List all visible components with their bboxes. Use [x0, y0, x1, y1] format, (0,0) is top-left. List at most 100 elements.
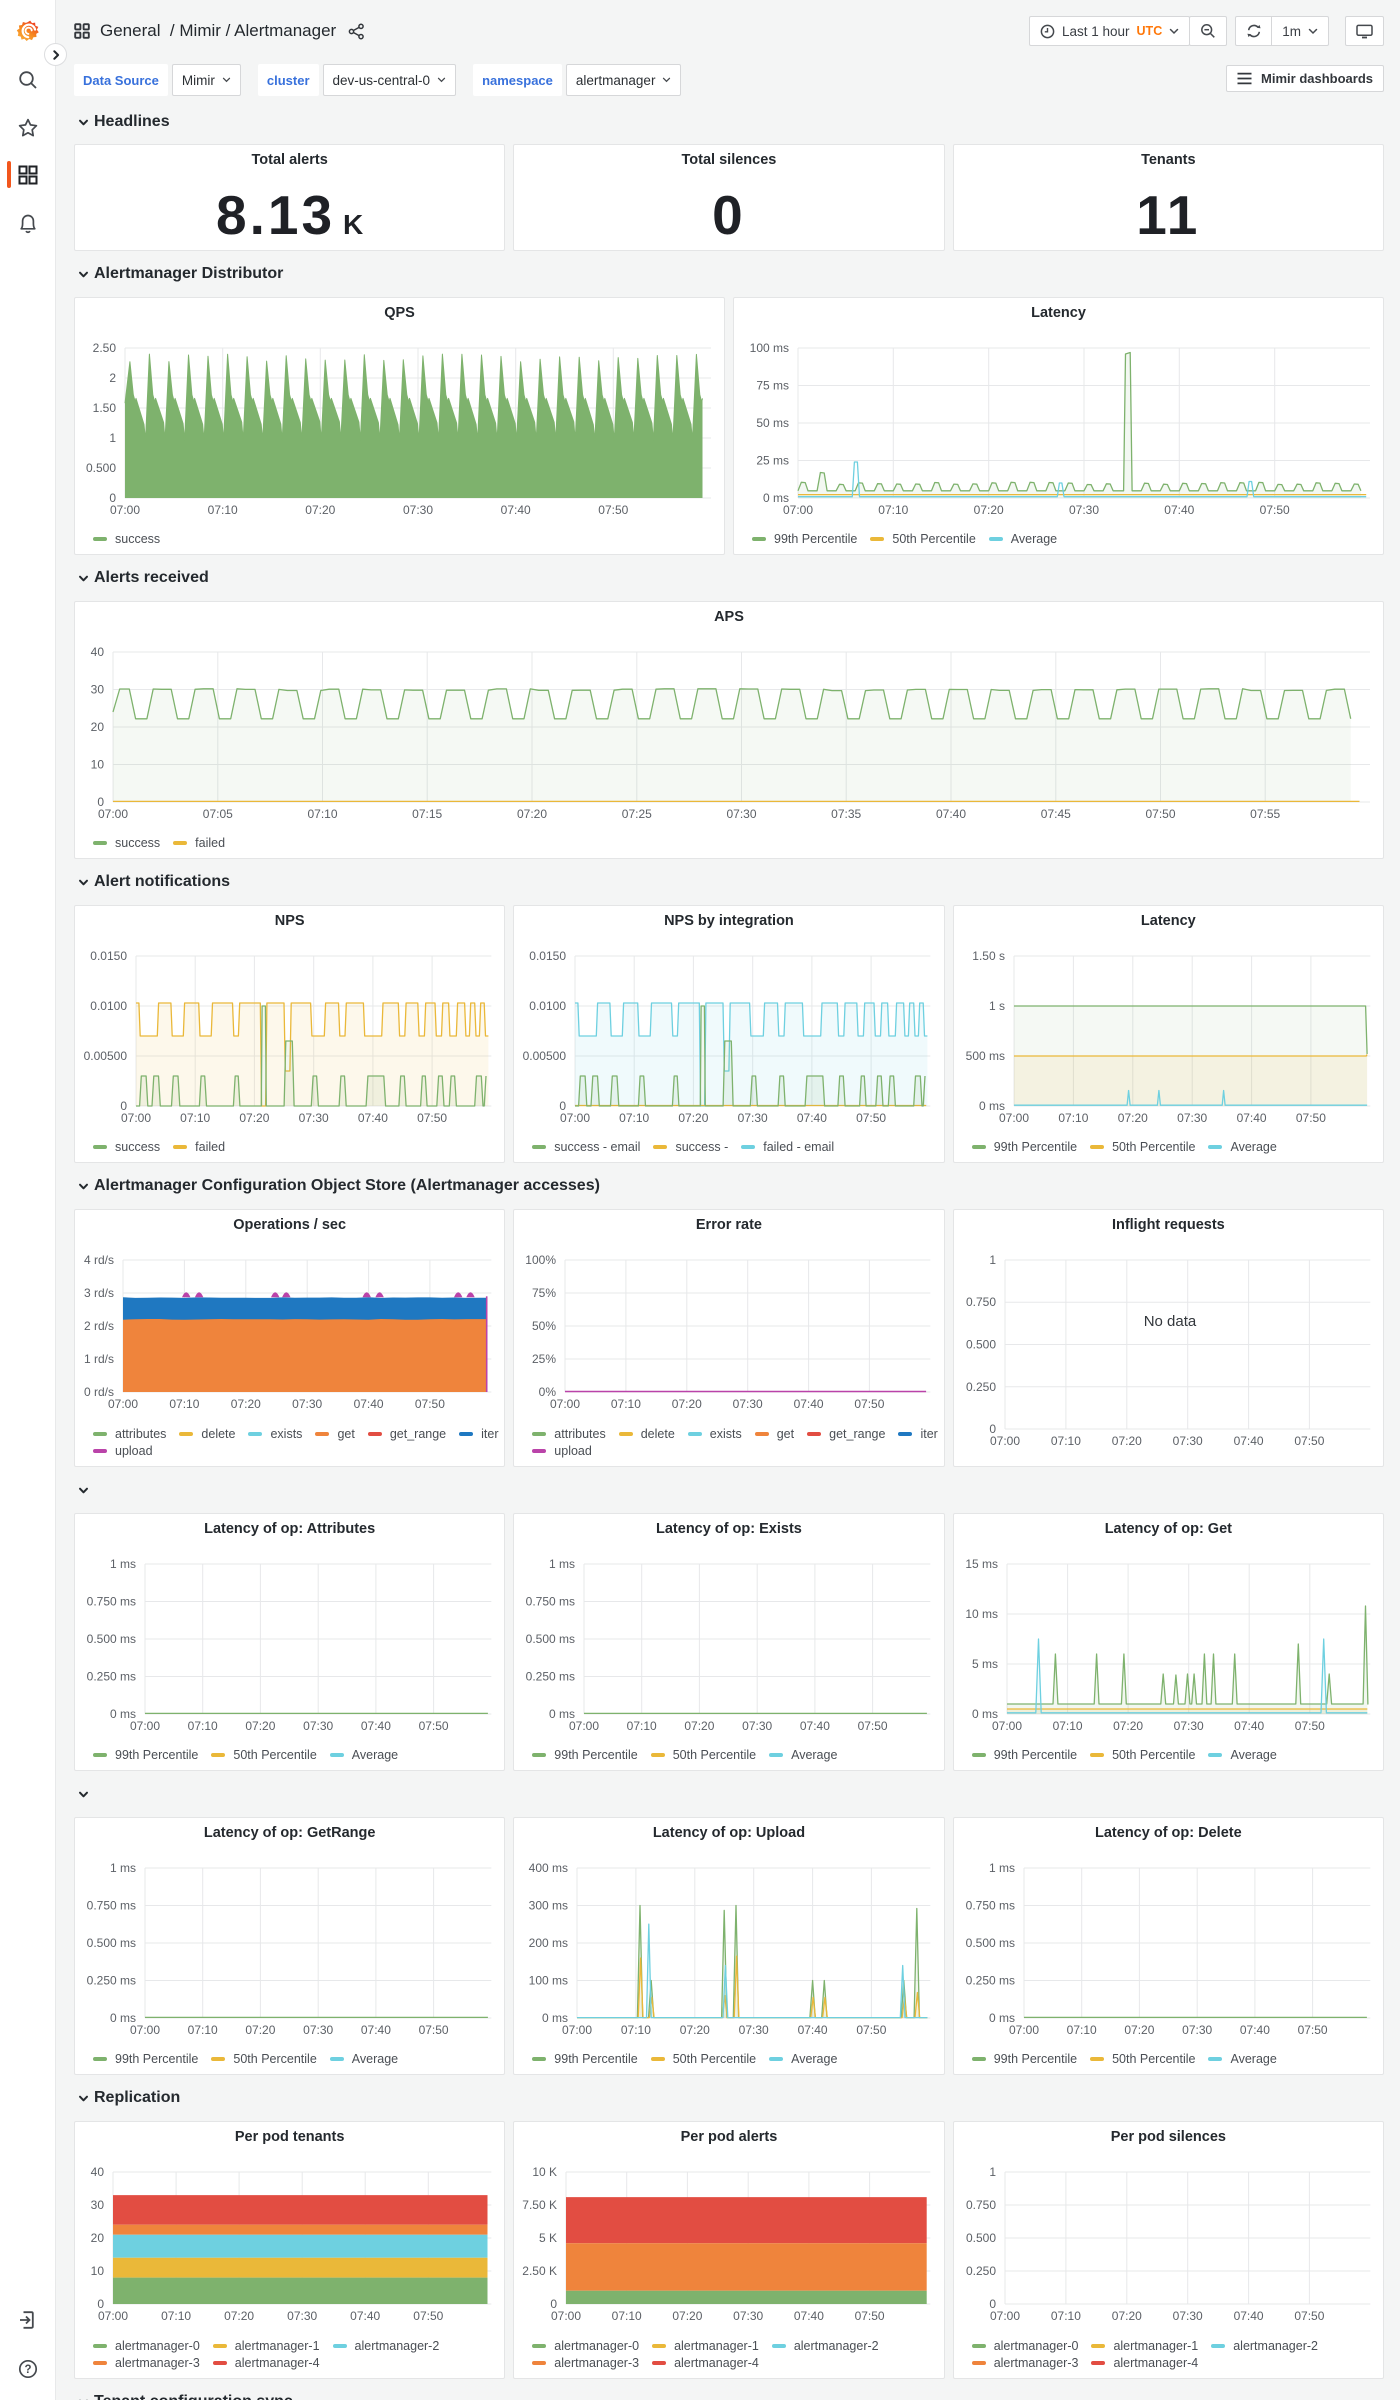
- svg-text:100 ms: 100 ms: [750, 341, 789, 355]
- svg-text:50 ms: 50 ms: [756, 416, 789, 430]
- svg-text:07:00: 07:00: [121, 1111, 151, 1125]
- svg-text:0.250: 0.250: [966, 1380, 996, 1394]
- svg-text:07:10: 07:10: [1052, 1719, 1082, 1733]
- svg-text:07:30: 07:30: [726, 807, 756, 821]
- svg-text:07:20: 07:20: [239, 1111, 269, 1125]
- svg-text:0.250 ms: 0.250 ms: [526, 1670, 575, 1684]
- svg-text:07:20: 07:20: [245, 1719, 275, 1733]
- svg-text:07:20: 07:20: [231, 1397, 261, 1411]
- svg-text:07:40: 07:40: [936, 807, 966, 821]
- svg-text:07:20: 07:20: [1113, 1719, 1143, 1733]
- svg-text:07:00: 07:00: [108, 1397, 138, 1411]
- svg-text:07:00: 07:00: [130, 1719, 160, 1733]
- svg-text:1 ms: 1 ms: [110, 1861, 136, 1875]
- svg-text:07:00: 07:00: [783, 503, 813, 517]
- svg-text:1.50 s: 1.50 s: [972, 949, 1005, 963]
- svg-text:0.500 ms: 0.500 ms: [87, 1632, 136, 1646]
- svg-text:07:40: 07:40: [1233, 2309, 1263, 2323]
- svg-text:2.50 K: 2.50 K: [523, 2264, 558, 2278]
- svg-text:07:35: 07:35: [831, 807, 861, 821]
- svg-text:07:40: 07:40: [800, 1719, 830, 1733]
- svg-text:07:10: 07:10: [307, 807, 337, 821]
- svg-text:?: ?: [24, 2364, 31, 2376]
- svg-text:0.750 ms: 0.750 ms: [526, 1595, 575, 1609]
- svg-text:20: 20: [91, 2231, 105, 2245]
- svg-text:07:50: 07:50: [419, 2023, 449, 2037]
- svg-text:07:05: 07:05: [203, 807, 233, 821]
- svg-text:0.750 ms: 0.750 ms: [965, 1899, 1014, 1913]
- svg-text:20: 20: [91, 720, 105, 734]
- svg-text:07:30: 07:30: [1182, 2023, 1212, 2037]
- svg-text:07:30: 07:30: [303, 2023, 333, 2037]
- svg-text:07:20: 07:20: [1111, 1434, 1141, 1448]
- svg-text:10: 10: [91, 2264, 105, 2278]
- svg-text:07:00: 07:00: [569, 1719, 599, 1733]
- svg-text:2 rd/s: 2 rd/s: [84, 1319, 114, 1333]
- svg-text:0.750 ms: 0.750 ms: [87, 1899, 136, 1913]
- svg-text:07:40: 07:40: [1233, 1434, 1263, 1448]
- svg-text:07:40: 07:40: [798, 2023, 828, 2037]
- svg-text:07:45: 07:45: [1041, 807, 1071, 821]
- svg-text:07:40: 07:40: [797, 1111, 827, 1125]
- svg-text:1: 1: [989, 2165, 996, 2179]
- svg-text:75 ms: 75 ms: [756, 379, 789, 393]
- svg-text:07:20: 07:20: [305, 503, 335, 517]
- svg-text:07:00: 07:00: [990, 2309, 1020, 2323]
- svg-text:07:30: 07:30: [403, 503, 433, 517]
- svg-text:07:10: 07:10: [180, 1111, 210, 1125]
- svg-text:50%: 50%: [532, 1319, 556, 1333]
- svg-text:0.0150: 0.0150: [90, 949, 127, 963]
- svg-text:07:10: 07:10: [1051, 2309, 1081, 2323]
- svg-text:100 ms: 100 ms: [529, 1974, 568, 1988]
- svg-text:3 rd/s: 3 rd/s: [84, 1286, 114, 1300]
- svg-text:07:15: 07:15: [412, 807, 442, 821]
- svg-text:07:40: 07:40: [501, 503, 531, 517]
- svg-text:40: 40: [91, 645, 105, 659]
- svg-text:0.500: 0.500: [86, 461, 116, 475]
- svg-text:07:30: 07:30: [733, 1397, 763, 1411]
- svg-text:100%: 100%: [526, 1253, 557, 1267]
- svg-text:07:30: 07:30: [1069, 503, 1099, 517]
- svg-text:0.500 ms: 0.500 ms: [87, 1936, 136, 1950]
- svg-text:10 ms: 10 ms: [965, 1607, 998, 1621]
- svg-text:07:10: 07:10: [188, 1719, 218, 1733]
- svg-text:07:50: 07:50: [1294, 2309, 1324, 2323]
- svg-text:0.0150: 0.0150: [530, 949, 567, 963]
- svg-text:07:40: 07:40: [1240, 2023, 1270, 2037]
- svg-text:07:10: 07:10: [611, 1397, 641, 1411]
- svg-text:07:10: 07:10: [161, 2309, 191, 2323]
- svg-text:07:10: 07:10: [1066, 2023, 1096, 2037]
- svg-text:0.500: 0.500: [966, 1338, 996, 1352]
- svg-text:30: 30: [91, 683, 105, 697]
- svg-text:07:25: 07:25: [622, 807, 652, 821]
- svg-text:07:40: 07:40: [1234, 1719, 1264, 1733]
- svg-text:0.0100: 0.0100: [90, 999, 127, 1013]
- svg-text:500 ms: 500 ms: [965, 1049, 1004, 1063]
- svg-text:07:20: 07:20: [679, 1111, 709, 1125]
- svg-text:07:50: 07:50: [415, 1397, 445, 1411]
- svg-text:07:00: 07:00: [562, 2023, 592, 2037]
- svg-text:0.750: 0.750: [966, 2198, 996, 2212]
- svg-text:07:30: 07:30: [303, 1719, 333, 1733]
- svg-text:07:00: 07:00: [1009, 2023, 1039, 2037]
- svg-text:07:10: 07:10: [208, 503, 238, 517]
- svg-text:75%: 75%: [532, 1286, 556, 1300]
- svg-text:07:50: 07:50: [1296, 1111, 1326, 1125]
- svg-text:10 K: 10 K: [533, 2165, 558, 2179]
- svg-text:07:50: 07:50: [1294, 1719, 1324, 1733]
- svg-text:07:30: 07:30: [299, 1111, 329, 1125]
- svg-text:2.50: 2.50: [93, 341, 117, 355]
- svg-text:07:50: 07:50: [1260, 503, 1290, 517]
- svg-text:No data: No data: [1143, 1313, 1196, 1330]
- svg-text:07:50: 07:50: [417, 1111, 447, 1125]
- svg-text:07:20: 07:20: [673, 2309, 703, 2323]
- svg-text:07:55: 07:55: [1250, 807, 1280, 821]
- svg-text:07:00: 07:00: [550, 1397, 580, 1411]
- svg-text:07:10: 07:10: [188, 2023, 218, 2037]
- svg-text:07:50: 07:50: [413, 2309, 443, 2323]
- svg-text:10: 10: [91, 758, 105, 772]
- svg-text:07:30: 07:30: [1173, 1719, 1203, 1733]
- svg-text:0.500 ms: 0.500 ms: [965, 1936, 1014, 1950]
- svg-text:07:30: 07:30: [1177, 1111, 1207, 1125]
- svg-text:07:30: 07:30: [742, 1719, 772, 1733]
